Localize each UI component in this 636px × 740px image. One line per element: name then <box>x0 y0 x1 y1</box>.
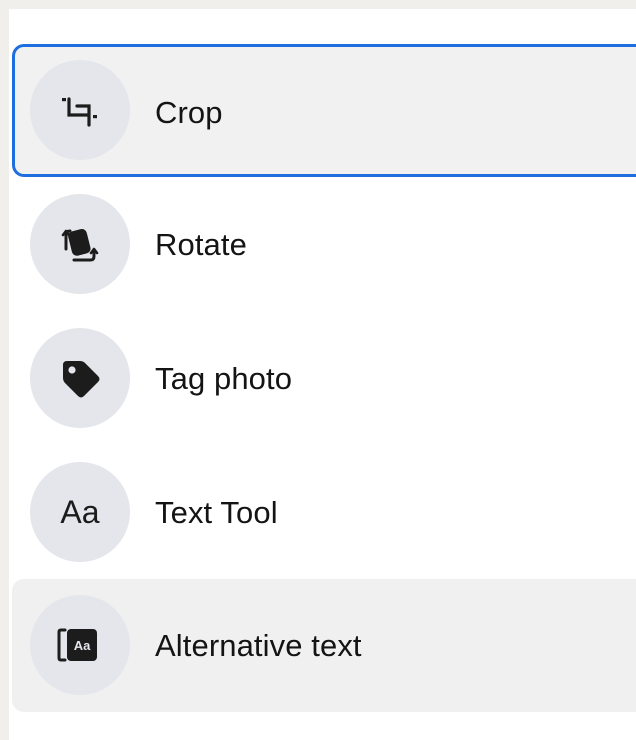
menu-item-label: Text Tool <box>155 495 278 530</box>
text-tool-glyph: Aa <box>60 493 100 530</box>
menu-item-label: Rotate <box>155 227 247 262</box>
menu-item-label: Alternative text <box>155 628 362 663</box>
crop-icon <box>30 60 130 160</box>
alt-text-icon: Aa <box>30 595 130 695</box>
menu-item-crop[interactable]: Crop <box>12 44 636 177</box>
alt-text-icon-glyph: Aa <box>74 638 91 653</box>
text-tool-icon: Aa <box>30 462 130 562</box>
menu-item-tag-photo[interactable]: Tag photo <box>12 328 636 428</box>
rotate-icon <box>30 194 130 294</box>
menu-item-label: Crop <box>155 95 223 130</box>
menu-item-alternative-text[interactable]: Aa Alternative text <box>12 579 636 712</box>
menu-item-text-tool[interactable]: Aa Text Tool <box>12 462 636 562</box>
menu-item-label: Tag photo <box>155 361 293 396</box>
tag-icon <box>30 328 130 428</box>
menu-item-rotate[interactable]: Rotate <box>12 194 636 294</box>
